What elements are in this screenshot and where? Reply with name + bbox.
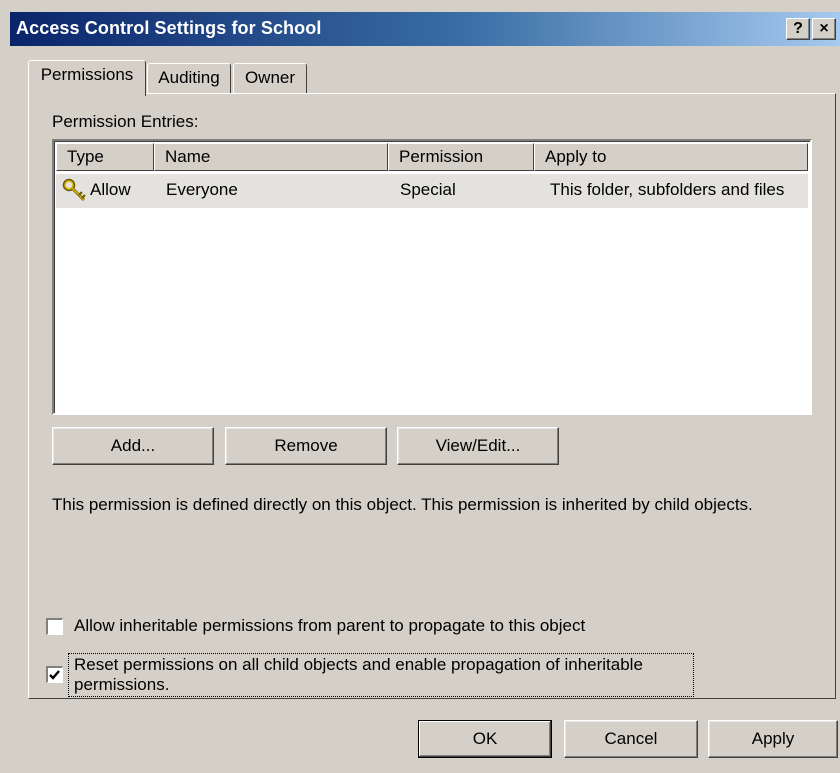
help-button[interactable]: ? [786,18,810,40]
column-header-permission[interactable]: Permission [388,143,534,171]
column-header-name[interactable]: Name [154,143,388,171]
permission-entries-list[interactable]: Type Name Permission Apply to Allow Ever… [52,139,812,415]
inherit-permissions-checkbox[interactable] [46,618,63,635]
close-button[interactable]: × [812,18,836,40]
column-header-type[interactable]: Type [56,143,154,171]
reset-permissions-label[interactable]: Reset permissions on all child objects a… [74,655,643,695]
row-apply-to: This folder, subfolders and files [550,180,785,199]
reset-permissions-checkbox[interactable] [46,666,63,683]
title-bar[interactable]: Access Control Settings for School ? × [10,12,840,46]
table-row[interactable]: Allow Everyone Special This folder, subf… [56,174,808,208]
add-button[interactable]: Add... [52,427,214,465]
window-title: Access Control Settings for School [16,18,322,38]
reset-permissions-label-line1: Reset permissions on all child objects a… [74,655,643,674]
row-type: Allow [90,180,131,199]
tab-owner[interactable]: Owner [233,63,307,93]
tab-auditing[interactable]: Auditing [147,63,231,93]
inherit-permissions-label[interactable]: Allow inheritable permissions from paren… [74,616,585,636]
remove-button[interactable]: Remove [225,427,387,465]
dialog-window: Access Control Settings for School ? × P… [0,0,840,773]
reset-permissions-label-line2: permissions. [74,675,170,694]
row-permission: Special [400,180,456,199]
view-edit-button[interactable]: View/Edit... [397,427,559,465]
tab-permissions[interactable]: Permissions [28,60,146,96]
ok-button[interactable]: OK [418,720,552,758]
permission-description: This permission is defined directly on t… [52,495,753,514]
keys-icon [62,178,88,204]
permission-entries-label: Permission Entries: [52,112,199,131]
checkmark-icon [49,670,60,680]
apply-button[interactable]: Apply [708,720,838,758]
column-header-apply-to[interactable]: Apply to [534,143,808,171]
row-name: Everyone [166,180,238,199]
cancel-button[interactable]: Cancel [564,720,698,758]
